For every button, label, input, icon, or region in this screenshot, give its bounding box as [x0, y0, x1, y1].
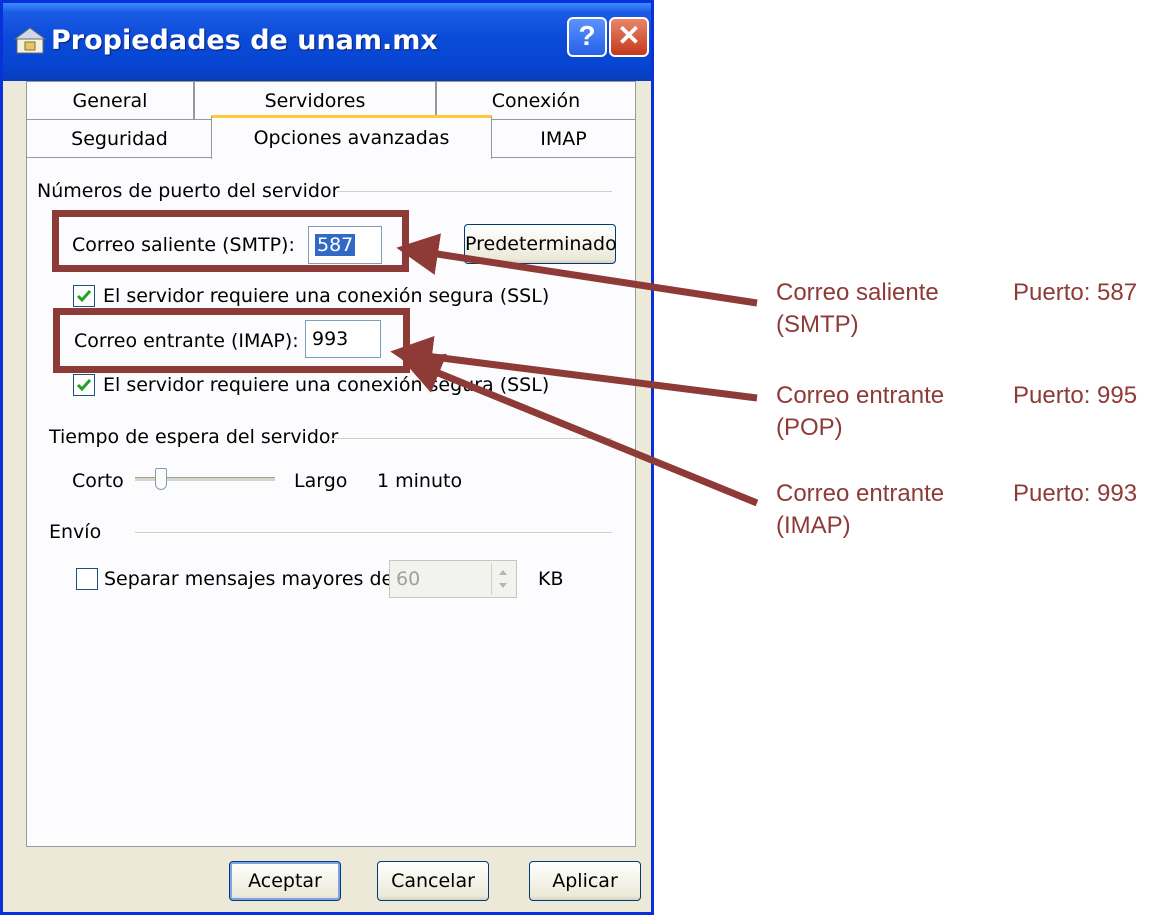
annotation-port: Puerto: 993 — [1013, 480, 1138, 507]
annotation-service: Correo entrante — [776, 480, 945, 507]
annotation-imap: Correo entrante (IMAP) — [776, 478, 944, 542]
annotation-protocol: (POP) — [776, 414, 843, 441]
annotation-pop: Correo entrante (POP) — [776, 380, 944, 444]
annotation-service: Correo entrante — [776, 382, 945, 409]
arrow-pop — [390, 335, 758, 402]
annotation-protocol: (SMTP) — [776, 311, 859, 338]
annotation-arrows — [390, 233, 759, 507]
annotation-smtp: Correo saliente (SMTP) — [776, 277, 939, 341]
tab-opciones-avanzadas[interactable]: Opciones avanzadas — [211, 115, 492, 159]
annotation-port: Puerto: 587 — [1013, 279, 1138, 306]
arrow-smtp — [396, 233, 758, 307]
annotation-protocol: (IMAP) — [776, 512, 851, 539]
annotation-port: Puerto: 995 — [1013, 382, 1138, 409]
annotation-service: Correo saliente — [776, 279, 939, 306]
